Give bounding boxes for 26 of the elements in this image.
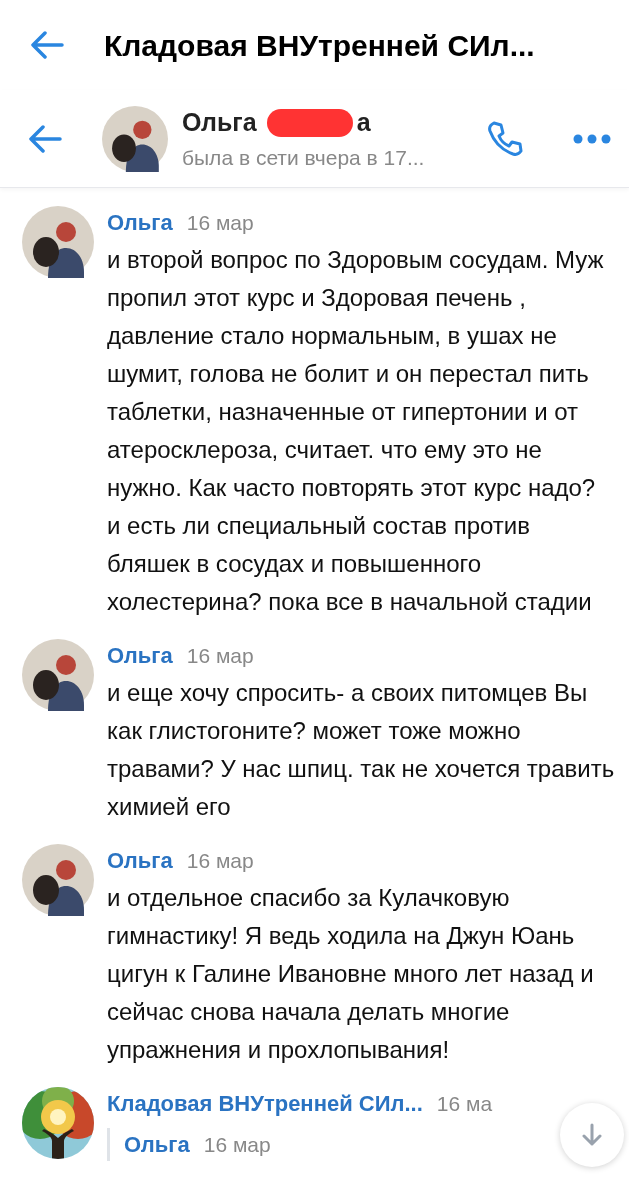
arrow-down-icon xyxy=(582,1123,602,1147)
author-name[interactable]: Кладовая ВНУтренней СИл... xyxy=(107,1087,423,1120)
more-icon[interactable] xyxy=(573,133,611,144)
avatar[interactable] xyxy=(102,105,168,172)
back-icon[interactable] xyxy=(30,31,64,59)
last-seen-status: была в сети вчера в 17... xyxy=(182,144,426,171)
author-name[interactable]: Ольга xyxy=(107,844,173,877)
contact-name: а xyxy=(356,107,371,138)
message-time: 16 мар xyxy=(186,848,254,874)
avatar[interactable] xyxy=(22,844,94,916)
contact-name: Ольга xyxy=(182,107,257,138)
back-icon[interactable] xyxy=(28,124,62,153)
avatar[interactable] xyxy=(22,206,94,278)
app-title: Кладовая ВНУтренней СИл... xyxy=(104,27,535,64)
message-time: 16 мар xyxy=(186,210,254,236)
message-time: 16 мар xyxy=(203,1132,271,1158)
message-time: 16 ма xyxy=(436,1091,493,1117)
author-name[interactable]: Ольга xyxy=(124,1128,190,1161)
scroll-down-button[interactable] xyxy=(560,1103,624,1167)
message-text: и еще хочу спросить- а своих питомцев Вы как глистогоните? может тоже можно травами? У нас шпиц. так не хочется травить химией его xyxy=(107,678,615,822)
message-text: и отдельное спасибо за Кулачковую гимнастику! Я ведь ходила на Джун Юань цигун к Галине Ивановне много лет назад и сейчас снова начала делать многие упражнения и прохлопывания! xyxy=(107,883,595,1065)
author-name[interactable]: Ольга xyxy=(107,206,173,239)
avatar[interactable] xyxy=(22,639,94,711)
message-time: 16 мар xyxy=(186,643,254,669)
message-text: и второй вопрос по Здоровым сосудам. Муж пропил этот курс и Здоровая печень , давление стало нормальным, в ушах не шумит, голова не болит и он перестал пить таблетки, назначенные от гипертонии и от атеросклероза, считает. что ему это не нужно. Как часто повторять этот курс надо? и есть ли специальный состав против бляшек в сосудах и повышенного холестерина? пока все в начальной стадии xyxy=(107,245,605,617)
author-name[interactable]: Ольга xyxy=(107,639,173,672)
